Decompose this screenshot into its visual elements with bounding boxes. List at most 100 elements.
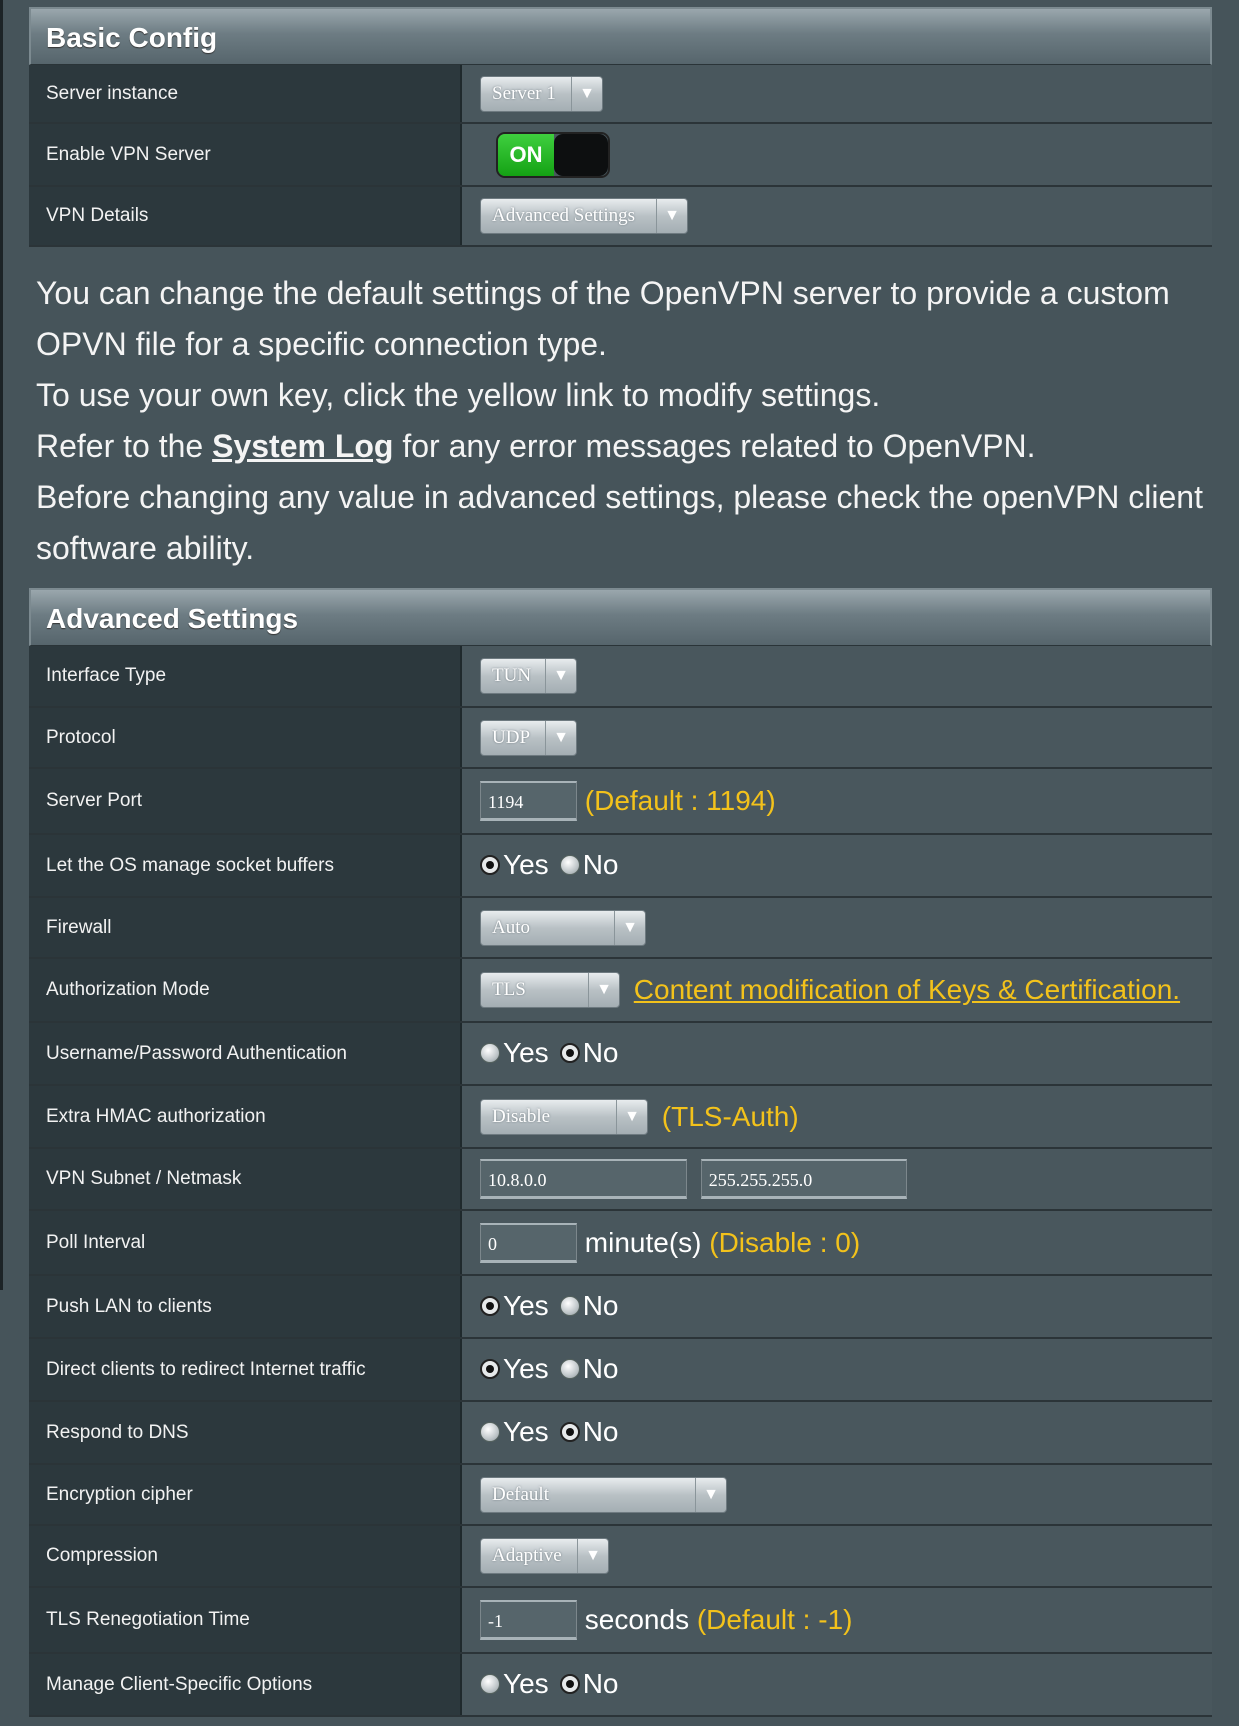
info-line-3-pre: Refer to the: [36, 428, 213, 464]
server-instance-label: Server instance: [29, 65, 462, 124]
info-text: You can change the default settings of t…: [36, 268, 1216, 574]
toggle-on-text: ON: [498, 133, 554, 176]
vpn-details-label: VPN Details: [29, 186, 462, 247]
tls-reneg-input[interactable]: -1: [480, 1600, 577, 1640]
row-server-instance: Server instance Server 1 ▼: [29, 65, 1212, 124]
user-pass-label: Username/Password Authentication: [29, 1022, 462, 1086]
firewall-value: Auto: [492, 916, 530, 938]
advanced-settings-title: Advanced Settings: [29, 588, 1212, 646]
row-push-lan: Push LAN to clients Yes No: [29, 1275, 1212, 1339]
hmac-select[interactable]: Disable ▼: [480, 1098, 648, 1135]
chevron-down-icon: ▼: [588, 973, 619, 1007]
socket-buffers-radios: Yes No: [480, 849, 618, 881]
dns-label: Respond to DNS: [29, 1401, 462, 1465]
row-hmac: Extra HMAC authorization Disable ▼ (TLS-…: [29, 1085, 1212, 1149]
vpn-details-select[interactable]: Advanced Settings ▼: [480, 198, 688, 234]
redirect-yes-label: Yes: [503, 1353, 549, 1384]
poll-interval-unit: minute(s): [584, 1226, 702, 1258]
chevron-down-icon: ▼: [616, 1099, 647, 1134]
chevron-down-icon: ▼: [656, 199, 687, 233]
info-line-3: Refer to the System Log for any error me…: [36, 421, 1216, 472]
poll-interval-input[interactable]: 0: [480, 1222, 577, 1263]
hmac-value: Disable: [492, 1105, 551, 1127]
subnet-input[interactable]: 10.8.0.0: [480, 1159, 687, 1199]
info-line-4: Before changing any value in advanced se…: [36, 479, 1203, 566]
protocol-label: Protocol: [29, 707, 462, 769]
user-pass-radios: Yes No: [480, 1037, 618, 1069]
toggle-knob: [554, 133, 608, 176]
system-log-link[interactable]: System Log: [212, 428, 393, 464]
row-client-specific: Manage Client-Specific Options Yes No: [29, 1653, 1212, 1717]
tls-reneg-label: TLS Renegotiation Time: [29, 1587, 462, 1654]
info-line-3-post: for any error messages related to OpenVP…: [393, 428, 1036, 464]
redirect-no-radio[interactable]: [559, 1359, 580, 1379]
cipher-select[interactable]: Default ▼: [480, 1476, 727, 1513]
auth-mode-value: TLS: [492, 979, 526, 1000]
socket-buffers-label: Let the OS manage socket buffers: [29, 834, 462, 898]
interface-type-label: Interface Type: [29, 646, 462, 708]
user-pass-no-radio[interactable]: [559, 1043, 580, 1063]
push-lan-no-label: No: [582, 1290, 619, 1321]
row-redirect: Direct clients to redirect Internet traf…: [29, 1338, 1212, 1402]
push-lan-yes-radio[interactable]: [480, 1296, 500, 1316]
client-specific-yes-label: Yes: [503, 1668, 549, 1699]
enable-vpn-toggle[interactable]: ON: [496, 131, 610, 178]
row-subnet: VPN Subnet / Netmask 10.8.0.0 255.255.25…: [29, 1148, 1212, 1211]
server-instance-select[interactable]: Server 1 ▼: [480, 75, 603, 112]
row-user-pass: Username/Password Authentication Yes No: [29, 1022, 1212, 1086]
redirect-no-label: No: [582, 1353, 619, 1384]
interface-type-value: TUN: [492, 665, 532, 686]
row-socket-buffers: Let the OS manage socket buffers Yes No: [29, 834, 1212, 898]
socket-buffers-no-radio[interactable]: [559, 855, 580, 875]
basic-config-panel: Basic Config Server instance Server 1 ▼ …: [29, 7, 1212, 247]
interface-type-select[interactable]: TUN ▼: [480, 658, 577, 694]
client-specific-radios: Yes No: [480, 1668, 618, 1700]
redirect-label: Direct clients to redirect Internet traf…: [29, 1338, 462, 1402]
server-port-input[interactable]: 1194: [480, 781, 577, 821]
poll-interval-label: Poll Interval: [29, 1210, 462, 1276]
server-port-note: (Default : 1194): [584, 785, 776, 816]
auth-mode-select[interactable]: TLS ▼: [480, 972, 620, 1008]
enable-vpn-label: Enable VPN Server: [29, 123, 462, 187]
compression-label: Compression: [29, 1525, 462, 1588]
row-compression: Compression Adaptive ▼: [29, 1525, 1212, 1588]
row-enable-vpn: Enable VPN Server ON: [29, 123, 1212, 187]
dns-no-label: No: [582, 1416, 619, 1447]
poll-interval-note: (Disable : 0): [709, 1226, 861, 1258]
row-protocol: Protocol UDP ▼: [29, 707, 1212, 769]
row-auth-mode: Authorization Mode TLS ▼ Content modific…: [29, 958, 1212, 1023]
hmac-label: Extra HMAC authorization: [29, 1085, 462, 1149]
server-instance-value: Server 1: [492, 82, 556, 104]
user-pass-yes-radio[interactable]: [480, 1043, 500, 1063]
client-specific-no-radio[interactable]: [559, 1674, 580, 1694]
dns-yes-radio[interactable]: [480, 1422, 500, 1442]
protocol-select[interactable]: UDP ▼: [480, 719, 577, 756]
user-pass-yes-label: Yes: [503, 1037, 549, 1068]
chevron-down-icon: ▼: [545, 659, 576, 693]
socket-buffers-yes-radio[interactable]: [480, 855, 500, 875]
server-port-label: Server Port: [29, 768, 462, 835]
chevron-down-icon: ▼: [545, 720, 576, 755]
cipher-label: Encryption cipher: [29, 1464, 462, 1526]
chevron-down-icon: ▼: [614, 910, 645, 945]
push-lan-radios: Yes No: [480, 1290, 618, 1322]
auth-mode-label: Authorization Mode: [29, 958, 462, 1023]
row-interface-type: Interface Type TUN ▼: [29, 646, 1212, 708]
firewall-label: Firewall: [29, 897, 462, 959]
push-lan-no-radio[interactable]: [559, 1296, 580, 1316]
row-poll-interval: Poll Interval 0 minute(s) (Disable : 0): [29, 1210, 1212, 1276]
basic-config-title: Basic Config: [29, 7, 1212, 65]
netmask-input[interactable]: 255.255.255.0: [700, 1159, 907, 1199]
firewall-select[interactable]: Auto ▼: [480, 909, 646, 946]
chevron-down-icon: ▼: [571, 76, 602, 111]
client-specific-label: Manage Client-Specific Options: [29, 1653, 462, 1717]
row-cipher: Encryption cipher Default ▼: [29, 1464, 1212, 1526]
subnet-label: VPN Subnet / Netmask: [29, 1148, 462, 1211]
dns-no-radio[interactable]: [559, 1422, 580, 1442]
client-specific-yes-radio[interactable]: [480, 1674, 500, 1694]
redirect-yes-radio[interactable]: [480, 1359, 500, 1379]
keys-certification-link[interactable]: Content modification of Keys & Certifica…: [634, 974, 1180, 1005]
socket-buffers-no-label: No: [582, 849, 619, 880]
dns-radios: Yes No: [480, 1416, 618, 1448]
compression-select[interactable]: Adaptive ▼: [480, 1538, 609, 1574]
